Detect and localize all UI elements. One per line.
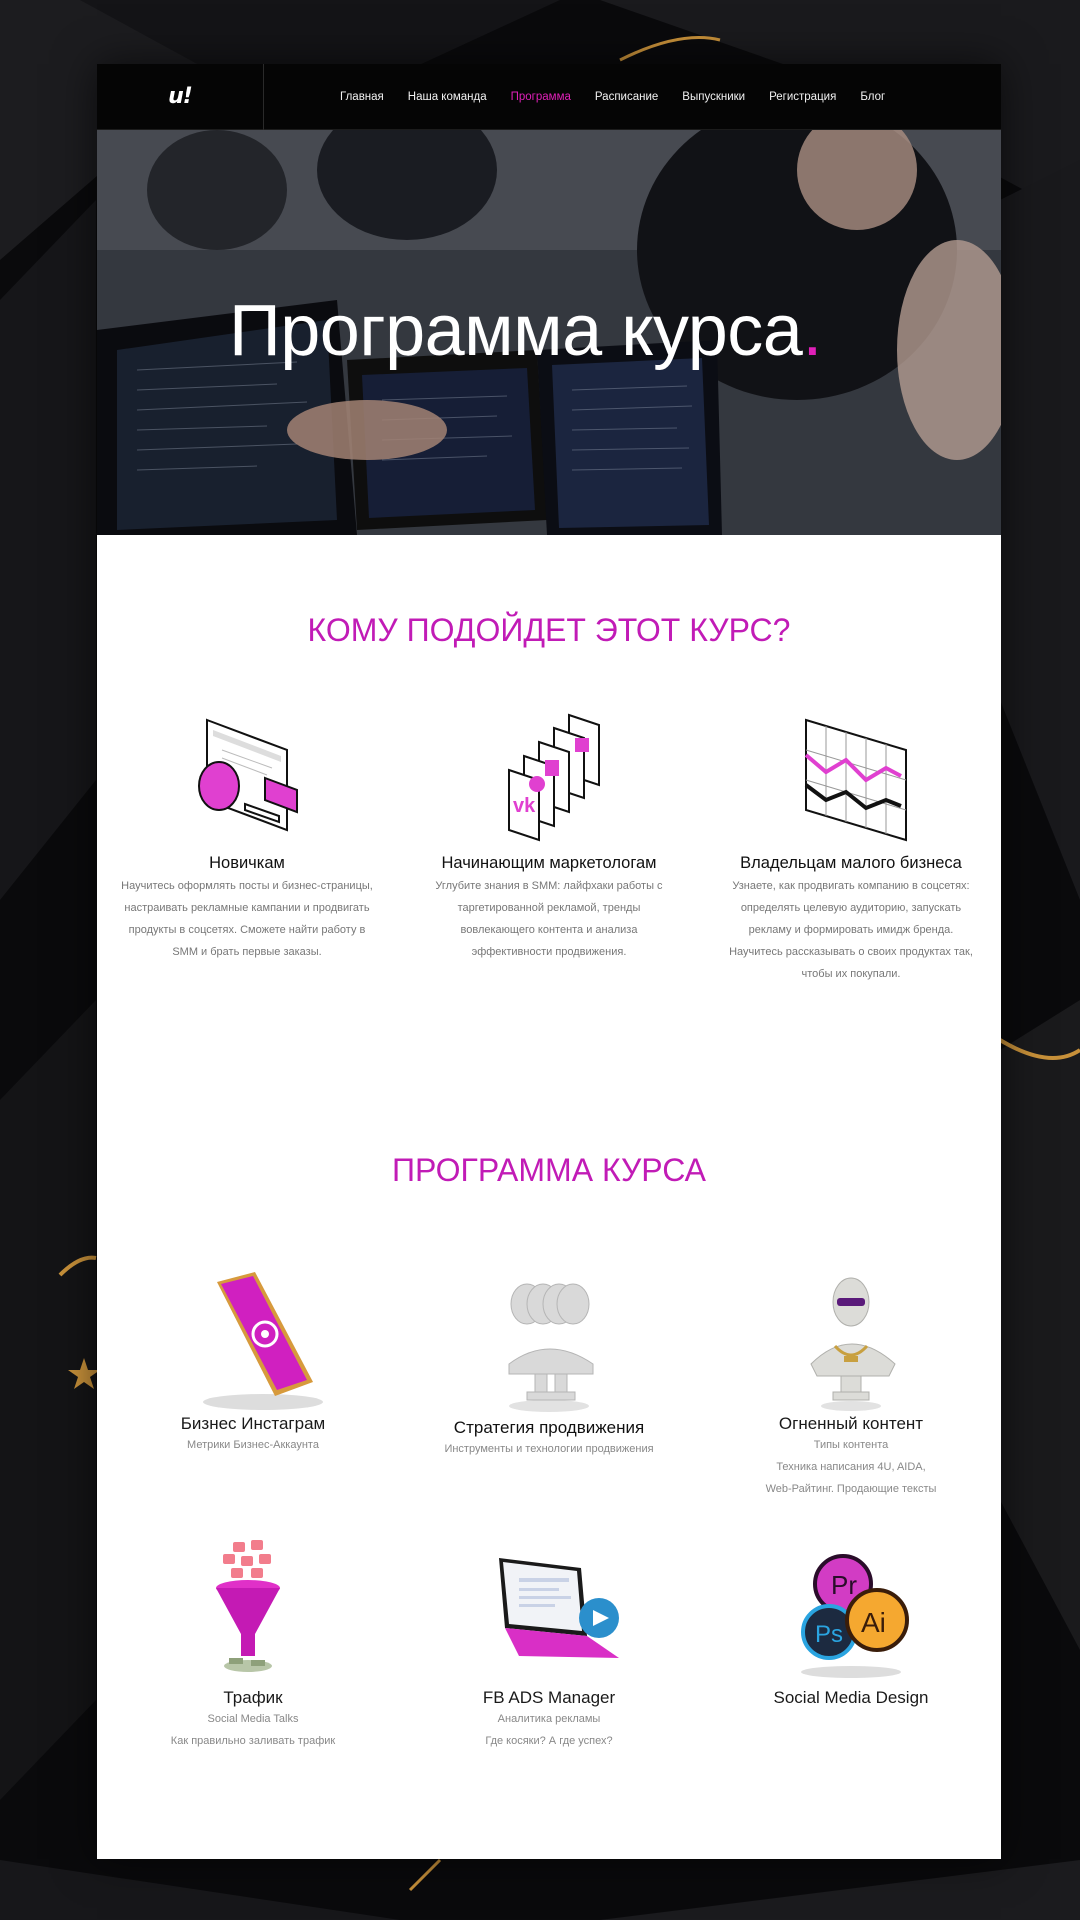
program-item-line: Где косяки? А где успех? — [485, 1735, 613, 1747]
audience-card-title: Владельцам малого бизнеса — [740, 854, 962, 872]
statue-sunglasses-icon — [810, 1277, 896, 1411]
top-nav: u! Главная Наша команда Программа Распис… — [97, 64, 1001, 130]
nav-item-program[interactable]: Программа — [511, 91, 571, 103]
svg-text:Ps: Ps — [815, 1621, 843, 1648]
program-item-strategy: Стратегия продвижения Инструменты и техн… — [419, 1264, 679, 1460]
nav-menu: Главная Наша команда Программа Расписани… — [340, 91, 909, 103]
instagram-phone-icon — [203, 1272, 323, 1410]
program-item-line: Web-Райтинг. Продающие тексты — [765, 1483, 937, 1495]
audience-title: КОМУ ПОДОЙДЕТ ЭТОТ КУРС? — [307, 612, 791, 648]
program-item-design: Pr Ps Ai Social Media Design — [721, 1538, 981, 1708]
program-item-line: Аналитика рекламы — [497, 1713, 601, 1725]
program-item-content: Огненный контент Типы контента Техника н… — [721, 1264, 981, 1500]
hero-title: Программа курса. — [229, 290, 822, 372]
hero-banner: Программа курса. — [97, 130, 1001, 535]
audience-card-text: Углубите знания в SMM: лайфхаки работы с… — [435, 880, 663, 958]
nav-item-schedule[interactable]: Расписание — [595, 91, 658, 103]
program-item-title: Бизнес Инстаграм — [180, 1414, 326, 1433]
logo[interactable]: u! — [168, 84, 193, 109]
program-item-line: Типы контента — [813, 1439, 889, 1451]
nav-item-team[interactable]: Наша команда — [408, 91, 487, 103]
adobe-apps-icon: Pr Ps Ai — [801, 1554, 909, 1678]
hero-title-text: Программа курса — [229, 291, 803, 371]
program-item-title: Social Media Design — [773, 1688, 929, 1707]
program-item-fbads: FB ADS Manager Аналитика рекламы Где кос… — [419, 1538, 679, 1752]
logo-box[interactable]: u! — [97, 64, 264, 130]
page-card: u! Главная Наша команда Программа Распис… — [97, 64, 1001, 1859]
nav-item-blog[interactable]: Блог — [860, 91, 885, 103]
social-cards-icon: vk — [508, 713, 600, 842]
nav-item-alumni[interactable]: Выпускники — [682, 91, 745, 103]
svg-text:Ai: Ai — [861, 1607, 886, 1638]
audience-card-beginners: Новичкам Научитесь оформлять посты и биз… — [117, 700, 377, 963]
program-title: ПРОГРАММА КУРСА — [391, 1152, 706, 1188]
audience-card-title: Новичкам — [209, 854, 285, 872]
program-item-title: Трафик — [223, 1688, 283, 1707]
program-item-title: FB ADS Manager — [482, 1688, 616, 1707]
program-item-line: Метрики Бизнес-Аккаунта — [187, 1439, 319, 1451]
program-item-line: Как правильно заливать трафик — [170, 1735, 336, 1747]
program-item-instagram: Бизнес Инстаграм Метрики Бизнес-Аккаунта — [143, 1264, 363, 1456]
nav-item-registration[interactable]: Регистрация — [769, 91, 836, 103]
program-item-title: Стратегия продвижения — [453, 1418, 645, 1437]
svg-text:Pr: Pr — [831, 1570, 857, 1600]
nav-item-home[interactable]: Главная — [340, 91, 384, 103]
audience-card-marketers: vk Начинающим маркетологам Углубите знан… — [419, 700, 679, 963]
audience-card-business: Владельцам малого бизнеса Узнаете, как п… — [721, 700, 981, 985]
statue-busts-icon — [508, 1283, 594, 1412]
svg-text:vk: vk — [513, 795, 536, 817]
program-item-line: Инструменты и технологии продвижения — [444, 1443, 654, 1455]
audience-card-title: Начинающим маркетологам — [441, 854, 657, 872]
program-item-traffic: Трафик Social Media Talks Как правильно … — [143, 1538, 363, 1752]
hero-title-dot: . — [802, 291, 822, 371]
chart-icon — [804, 718, 907, 842]
funnel-icon — [216, 1540, 280, 1672]
program-item-title: Огненный контент — [778, 1414, 924, 1433]
audience-card-text: Узнаете, как продвигать компанию в соцсе… — [729, 880, 973, 980]
audience-card-text: Научитесь оформлять посты и бизнес-стран… — [121, 880, 373, 958]
program-item-line: Social Media Talks — [207, 1713, 299, 1725]
program-item-line: Техника написания 4U, AIDA, — [776, 1461, 926, 1473]
laptop-icon — [499, 1558, 619, 1658]
browser-window-icon — [198, 718, 298, 832]
